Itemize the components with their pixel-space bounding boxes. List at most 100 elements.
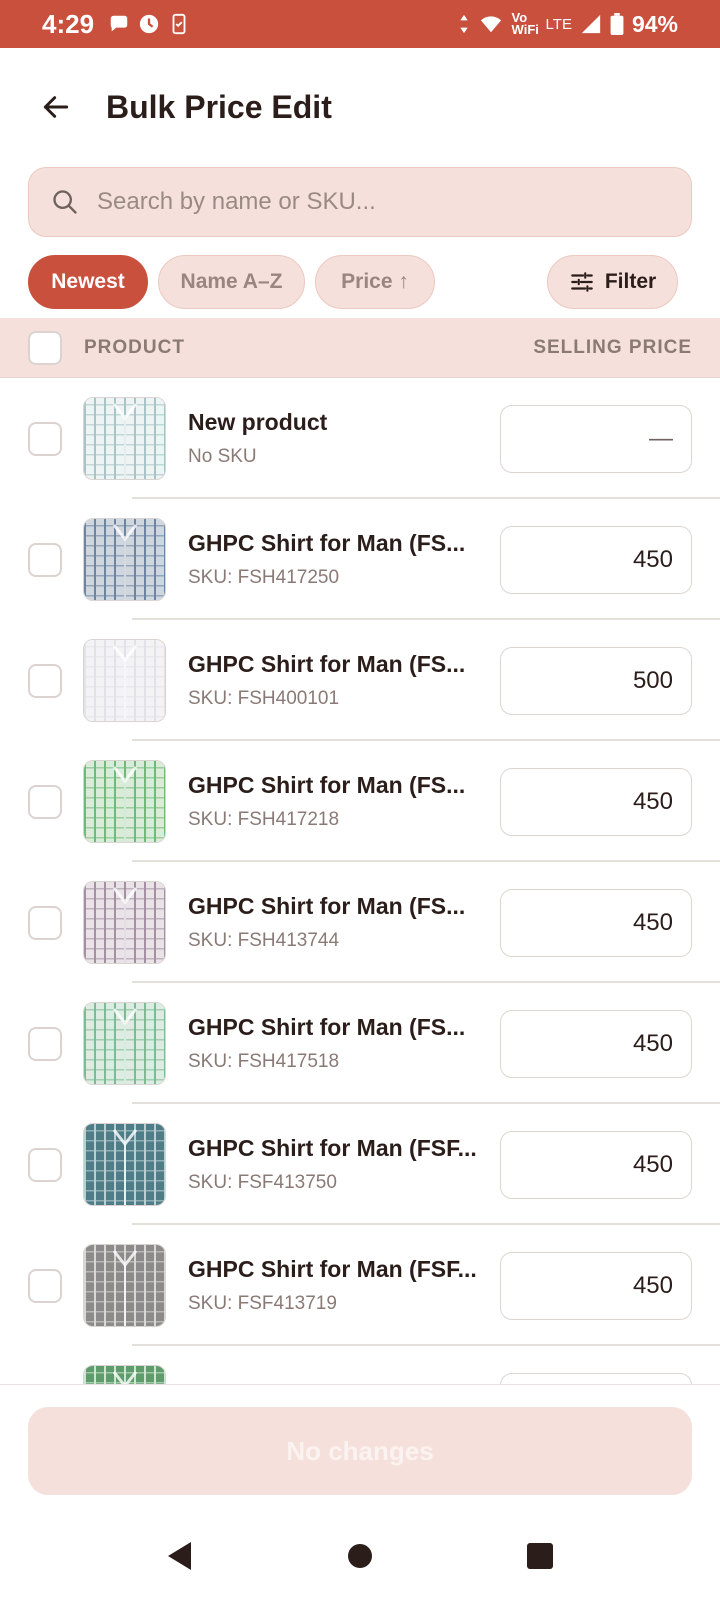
nav-back-button[interactable]: [160, 1536, 200, 1576]
product-name: GHPC Shirt for Man (FS...: [188, 530, 466, 556]
product-name: GHPC Shirt for Man (FS...: [188, 893, 466, 919]
table-row[interactable]: GHPC Shirt for Man (FS... SKU: FSH417518: [0, 983, 720, 1104]
wifi-icon: [480, 16, 501, 33]
product-sku: No SKU: [188, 446, 257, 467]
app-bar: Bulk Price Edit: [0, 48, 720, 166]
chip-newest[interactable]: Newest: [28, 255, 148, 309]
save-changes-button[interactable]: No changes: [28, 1407, 692, 1495]
product-sku: SKU: FSH417518: [188, 1051, 340, 1072]
status-bar: 4:29 Vo WiFi LTE 94%: [0, 0, 720, 48]
circle-home-icon: [348, 1544, 372, 1568]
table-header: PRODUCT SELLING PRICE: [0, 318, 720, 378]
shirt-image: [84, 1366, 165, 1384]
battery-percent: 94%: [631, 10, 678, 37]
row-checkbox[interactable]: [28, 421, 62, 456]
status-right: Vo WiFi LTE 94%: [458, 11, 678, 38]
product-sku: SKU: FSH417218: [188, 809, 340, 830]
table-row[interactable]: GHPC Shirt for Man (FS... SKU: FSH400101: [0, 620, 720, 741]
chip-price-asc[interactable]: Price ↑: [315, 255, 435, 309]
chip-label: Name A–Z: [180, 270, 283, 293]
triangle-back-icon: [168, 1542, 191, 1570]
product-thumbnail: [83, 1123, 166, 1206]
product-sku: SKU: FSH417250: [188, 567, 340, 588]
notification-icons: [108, 13, 190, 35]
back-button[interactable]: [38, 89, 74, 125]
table-row[interactable]: GHPC Shirt for Man (FS... SKU: FSH413744: [0, 862, 720, 983]
filter-button[interactable]: Filter: [547, 255, 678, 309]
selling-price-input[interactable]: [500, 1251, 692, 1320]
nav-home-button[interactable]: [340, 1536, 380, 1576]
product-list[interactable]: New product No SKU GHPC Shirt for Man (FS.…: [0, 378, 720, 1384]
selling-price-input[interactable]: [500, 646, 692, 715]
sort-chips: Newest Name A–Z Price ↑ Filter: [28, 255, 692, 311]
nav-recents-button[interactable]: [520, 1536, 560, 1576]
product-info: GHPC Shirt for Man (FS... SKU: FSH417218: [188, 772, 478, 831]
product-thumbnail: [83, 518, 166, 601]
product-info: New product No SKU: [188, 409, 478, 468]
product-name: GHPC Shirt for Man (FS...: [188, 1014, 466, 1040]
bottom-action-area: No changes: [0, 1384, 720, 1512]
row-checkbox[interactable]: [28, 663, 62, 698]
shirt-image: [84, 519, 165, 600]
product-sku: SKU: FSH413744: [188, 930, 340, 951]
shirt-image: [84, 398, 165, 479]
search-bar[interactable]: [28, 167, 692, 237]
shirt-image: [84, 1245, 165, 1326]
selling-price-input[interactable]: [500, 888, 692, 957]
product-thumbnail: [83, 639, 166, 722]
timer-app-icon: [139, 14, 159, 34]
product-name: New product: [188, 409, 328, 435]
row-checkbox[interactable]: [28, 1026, 62, 1061]
product-info: GHPC Shirt for Man (FSF... SKU: FSF413750: [188, 1135, 478, 1194]
page-title: Bulk Price Edit: [106, 88, 332, 125]
shirt-image: [84, 1003, 165, 1084]
product-sku: SKU: FSF413719: [188, 1293, 337, 1314]
data-arrows-icon: [459, 14, 468, 34]
chat-bubble-icon: [110, 15, 128, 32]
table-row[interactable]: New product No SKU: [0, 378, 720, 499]
selling-price-input[interactable]: [500, 404, 692, 473]
selling-price-input[interactable]: [500, 1372, 692, 1384]
product-thumbnail: [83, 881, 166, 964]
shirt-image: [84, 761, 165, 842]
row-checkbox[interactable]: [28, 905, 62, 940]
product-info: GHPC Shirt for Man (FS... SKU: FSH400101: [188, 651, 478, 710]
selling-price-input[interactable]: [500, 1009, 692, 1078]
table-row[interactable]: GHPC Shirt for Man (FSF... SKU: FSF413719: [0, 1225, 720, 1346]
column-header-selling-price: SELLING PRICE: [533, 336, 692, 358]
table-row[interactable]: GHPC Shirt for Man (FS... SKU: FSH417250: [0, 499, 720, 620]
search-icon: [53, 190, 77, 214]
select-all-checkbox[interactable]: [28, 330, 62, 365]
system-nav-bar: [0, 1512, 720, 1600]
table-row[interactable]: GHPC Shirt for Man (FSF...: [0, 1346, 720, 1384]
table-row[interactable]: GHPC Shirt for Man (FSF... SKU: FSF413750: [0, 1104, 720, 1225]
vowifi-label: Vo WiFi: [511, 10, 539, 37]
product-name: GHPC Shirt for Man (FS...: [188, 651, 466, 677]
phone-check-icon: [172, 13, 186, 35]
product-sku: SKU: FSF413750: [188, 1172, 337, 1193]
selling-price-input[interactable]: [500, 525, 692, 594]
row-checkbox[interactable]: [28, 784, 62, 819]
row-checkbox[interactable]: [28, 1147, 62, 1182]
shirt-image: [84, 640, 165, 721]
selling-price-input[interactable]: [500, 767, 692, 836]
network-type-label: LTE: [545, 15, 572, 33]
column-header-product: PRODUCT: [84, 336, 185, 358]
product-info: GHPC Shirt for Man (FS... SKU: FSH413744: [188, 893, 478, 952]
search-input[interactable]: [97, 188, 657, 216]
product-info: GHPC Shirt for Man (FSF... SKU: FSF413719: [188, 1256, 478, 1315]
row-checkbox[interactable]: [28, 542, 62, 577]
product-name: GHPC Shirt for Man (FSF...: [188, 1135, 477, 1161]
product-thumbnail: [83, 1002, 166, 1085]
row-checkbox[interactable]: [28, 1268, 62, 1303]
selling-price-input[interactable]: [500, 1130, 692, 1199]
table-row[interactable]: GHPC Shirt for Man (FS... SKU: FSH417218: [0, 741, 720, 862]
product-sku: SKU: FSH400101: [188, 688, 340, 709]
product-name: GHPC Shirt for Man (FSF...: [188, 1256, 477, 1282]
chip-name-az[interactable]: Name A–Z: [158, 255, 305, 309]
product-info: GHPC Shirt for Man (FS... SKU: FSH417250: [188, 530, 478, 589]
status-time: 4:29: [42, 8, 95, 39]
sliders-icon: [570, 272, 593, 292]
square-recents-icon: [527, 1543, 553, 1569]
product-info: GHPC Shirt for Man (FS... SKU: FSH417518: [188, 1014, 478, 1073]
